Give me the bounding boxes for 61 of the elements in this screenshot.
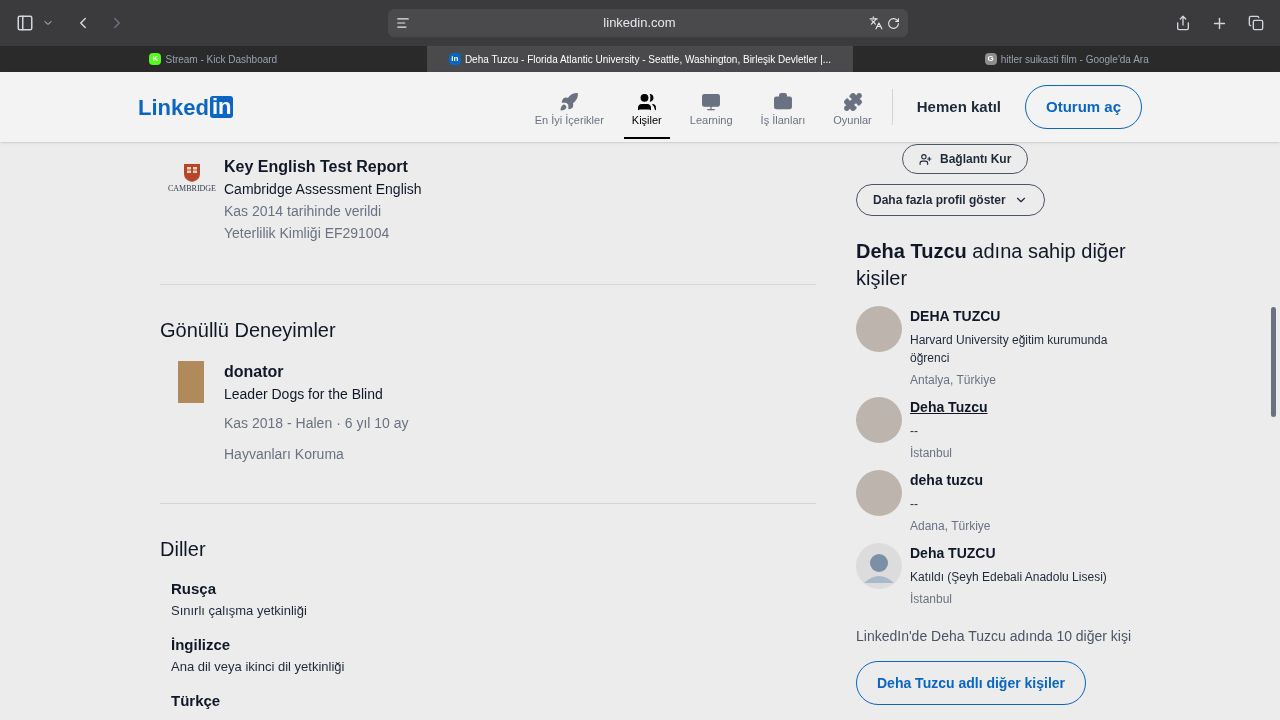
person-name[interactable]: deha tuzcu [910,470,991,491]
people-count: LinkedIn'de Deha Tuzcu adında 10 diğer kişi [856,627,1133,646]
person-location: Adana, Türkiye [910,518,991,535]
date-range: Kas 2018 - Halen [224,414,333,433]
section-heading: Diller [160,537,207,562]
browser-tab[interactable]: K Stream - Kick Dashboard [0,46,427,72]
person-location: İstanbul [910,591,954,608]
proficiency-level: Sınırlı çalışma yetkinliği [171,601,308,620]
people-icon [636,91,657,112]
duration: · 6 yıl 10 ay [336,414,409,433]
organization-name: Leader Dogs for the Blind [224,385,384,404]
reader-icon[interactable] [396,16,410,30]
credential-id: Yeterlilik Kimliği EF291004 [224,224,391,243]
nav-tab[interactable]: Oyunlar [825,83,880,139]
add-person-icon [919,152,932,166]
join-button[interactable]: Hemen katıl [904,87,1013,127]
nav-tab[interactable]: Learning [681,83,741,139]
proficiency-level: Ana dil veya ikinci dil yetkinliği [171,657,346,676]
default-avatar [856,543,902,589]
person-headline: Harvard University eğitim kurumunda öğrenci [910,332,1109,367]
avatar-placeholder [856,397,902,443]
browser-tab[interactable]: in Deha Tuzcu - Florida Atlantic University - Seattle, Washington, Birleşik Devletler |... [426,46,854,72]
cambridge-logo: CAMBRIDGE [160,156,224,244]
avatar-placeholder [856,306,902,352]
section-heading: Gönüllü Deneyimler [160,318,337,343]
nav-tab[interactable]: Kişiler [623,83,670,139]
briefcase-icon [772,91,793,112]
cause-label: Hayvanları Koruma [224,445,345,464]
person-name[interactable]: DEHA TUZCU [910,306,1146,327]
person-name[interactable]: Deha TUZCU [910,543,1107,564]
rocket-icon [559,91,580,112]
volunteer-role: donator [224,362,285,382]
avatar-placeholder [856,470,902,516]
language-name: Türkçe [171,691,222,711]
person-location: Antalya, Türkiye [910,372,997,389]
translate-icon[interactable] [869,16,883,30]
photo-placeholder [178,361,204,403]
share-icon[interactable] [1175,15,1191,31]
person-headline: -- [910,496,919,513]
certificate-title: Key English Test Report [224,157,409,177]
favicon: G [984,53,997,65]
linkedin-logo[interactable]: Linked in [138,90,234,124]
certificate-issuer: Cambridge Assessment English [224,180,422,199]
person-location: İstanbul [910,445,954,462]
reload-icon[interactable] [887,16,900,30]
others-heading: Deha Tuzcu adına sahip diğer kişiler [856,239,1127,291]
favicon: K [149,53,162,65]
person-name[interactable]: Deha Tuzcu [910,397,988,418]
nav-tab[interactable]: En İyi İçerikler [526,83,612,139]
issue-date: Kas 2014 tarihinde verildi [224,202,383,221]
browser-tab[interactable]: G hitler suikasti film - Google'da Ara [853,46,1280,72]
person-headline: Katıldı (Şeyh Edebali Anadolu Lisesi) [910,569,1107,586]
tabs-overview-icon[interactable] [1248,15,1264,31]
favicon: in [448,53,461,65]
nav-tab[interactable]: İş İlanları [752,83,814,139]
address-bar[interactable]: linkedin.com [388,9,908,37]
person-headline: -- [910,423,919,440]
puzzle-icon [842,91,863,112]
language-name: İngilizce [171,635,232,655]
sidebar-icon[interactable] [16,14,34,32]
language-name: Rusça [171,579,218,599]
